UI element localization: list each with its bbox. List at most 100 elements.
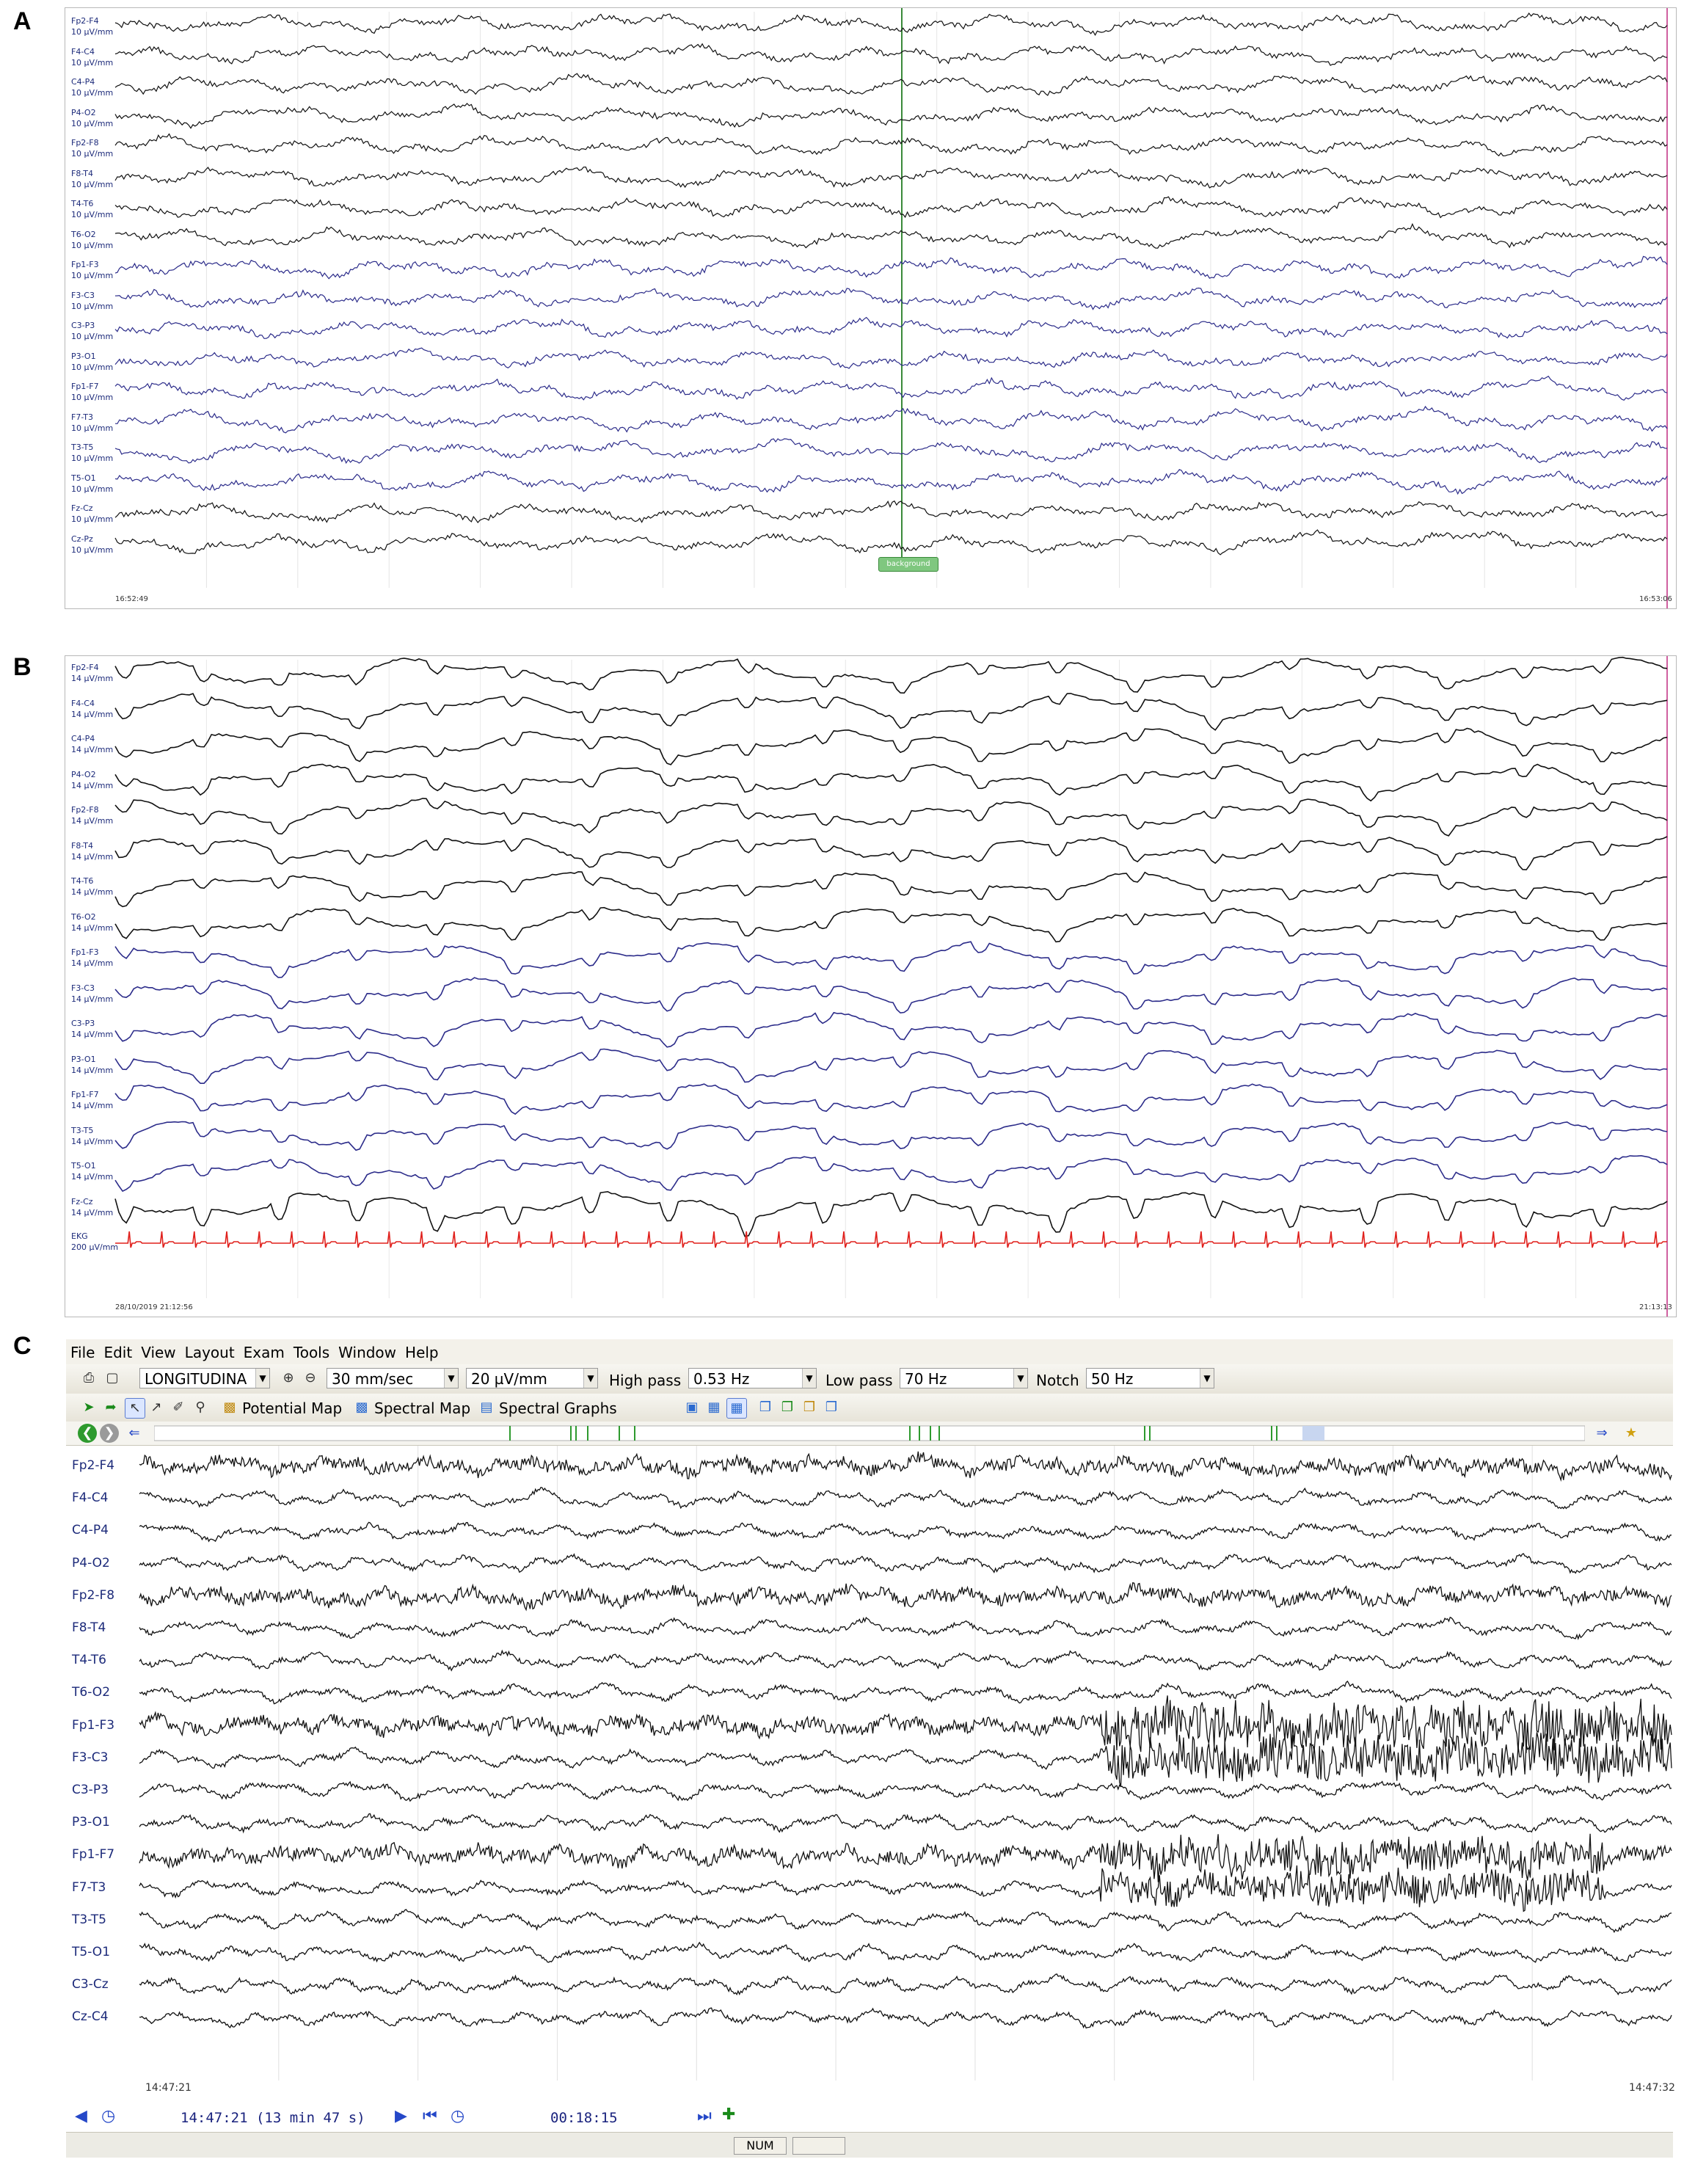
play-icon[interactable]: ➤ <box>79 1398 98 1417</box>
spectral-graphs-button[interactable]: Spectral Graphs <box>499 1399 617 1417</box>
event-marker-label[interactable]: background <box>878 557 938 572</box>
channel-name: T6-O2 <box>71 911 96 922</box>
trace-cz-pz <box>114 529 1668 556</box>
trace-t6-o2 <box>114 222 1668 249</box>
step-forward-icon[interactable]: ▶ <box>395 2107 407 2125</box>
spectral-map-icon[interactable]: ▩ <box>352 1398 371 1417</box>
channel-label-fp1-f7: Fp1-F7 <box>72 1847 115 1863</box>
channel-sensitivity: 10 µV/mm <box>71 240 114 250</box>
menu-item-view[interactable]: View <box>136 1339 180 1361</box>
notch-label: Notch <box>1036 1372 1079 1389</box>
channel-sensitivity: 10 µV/mm <box>71 118 114 128</box>
printer-icon[interactable]: ⎙ <box>79 1369 98 1388</box>
channel-label-f7-t3: F7-T3 <box>72 1879 106 1895</box>
channel-sensitivity: 14 µV/mm <box>71 1207 114 1217</box>
preview-icon[interactable]: ▢ <box>103 1369 122 1388</box>
zoom-in-icon[interactable]: ⊕ <box>279 1369 298 1388</box>
fast-forward-icon[interactable]: ➦ <box>101 1398 120 1417</box>
trace-f4-c4 <box>114 693 1668 731</box>
channel-label-c3-p3: C3-P3 10 µV/mm <box>71 320 113 342</box>
grid-icon[interactable]: ▦ <box>726 1398 747 1419</box>
trace-p3-o1 <box>139 1813 1672 1834</box>
timeline-cursor[interactable] <box>1302 1426 1324 1441</box>
eeg-panel-b: Fp2-F4 14 µV/mm F4-C4 14 µV/mm C4-P4 14 µV/mm… <box>65 655 1677 1317</box>
time-start-c: 14:47:21 <box>145 2082 192 2094</box>
menu-item-help[interactable]: Help <box>401 1339 443 1361</box>
last-page-icon[interactable]: ⏭ <box>697 2107 712 2125</box>
channel-label-p3-o1: P3-O1 14 µV/mm <box>71 1054 113 1076</box>
channel-name: F4-C4 <box>71 698 95 708</box>
channel-name: Fz-Cz <box>71 1196 93 1206</box>
time-dial-icon[interactable]: ◷ <box>451 2107 464 2125</box>
channel-label-p4-o2: P4-O2 14 µV/mm <box>71 769 113 791</box>
select-icon[interactable]: ↗ <box>147 1398 166 1417</box>
window-icon-4[interactable]: ❐ <box>822 1398 841 1417</box>
trace-t3-t5 <box>139 1909 1672 1933</box>
menu-item-file[interactable]: File <box>66 1339 99 1361</box>
menu-item-exam[interactable]: Exam <box>239 1339 289 1361</box>
speed-select[interactable]: 30 mm/sec ▼ <box>327 1368 459 1388</box>
menu-item-tools[interactable]: Tools <box>289 1339 334 1361</box>
elapsed-time: 00:18:15 <box>550 2110 618 2126</box>
trace-t4-t6 <box>114 196 1668 219</box>
first-page-icon[interactable]: ⏮ <box>423 2107 437 2125</box>
channel-label-c4-p4: C4-P4 10 µV/mm <box>71 76 113 98</box>
channel-label-fz-cz: Fz-Cz 10 µV/mm <box>71 503 113 525</box>
menu-item-edit[interactable]: Edit <box>99 1339 136 1361</box>
channel-sensitivity: 14 µV/mm <box>71 709 114 719</box>
potential-map-icon[interactable]: ▩ <box>220 1398 239 1417</box>
trace-cz-c4 <box>139 2007 1672 2029</box>
channel-sensitivity: 14 µV/mm <box>71 1172 114 1182</box>
channel-label-f4-c4: F4-C4 14 µV/mm <box>71 698 113 720</box>
time-end-a: 16:53:06 <box>1639 595 1672 603</box>
high-pass-select[interactable]: 0.53 Hz ▼ <box>688 1368 817 1388</box>
channel-label-fp2-f4: Fp2-F4 10 µV/mm <box>71 15 113 37</box>
notch-select[interactable]: 50 Hz ▼ <box>1086 1368 1214 1388</box>
channel-label-fp1-f7: Fp1-F7 10 µV/mm <box>71 381 113 403</box>
channel-label-fp2-f8: Fp2-F8 <box>72 1587 115 1603</box>
channel-name: P3-O1 <box>71 351 96 361</box>
potential-map-button[interactable]: Potential Map <box>242 1399 342 1417</box>
channel-name: T3-T5 <box>71 1125 94 1135</box>
events-icon[interactable]: ★ <box>1622 1424 1641 1443</box>
channel-label-t5-o1: T5-O1 14 µV/mm <box>71 1160 113 1182</box>
layout-icon[interactable]: ▦ <box>704 1398 723 1417</box>
zoom-out-icon[interactable]: ⊖ <box>301 1369 320 1388</box>
sensitivity-select[interactable]: 20 µV/mm ▼ <box>466 1368 598 1388</box>
menu-item-window[interactable]: Window <box>334 1339 401 1361</box>
spectral-graphs-icon[interactable]: ▤ <box>477 1398 496 1417</box>
eeg-traces-c <box>139 1446 1672 2081</box>
spectral-map-button[interactable]: Spectral Map <box>374 1399 470 1417</box>
export-icon[interactable]: ▣ <box>682 1398 701 1417</box>
trace-fp2-f4 <box>114 656 1668 694</box>
window-icon-3[interactable]: ❐ <box>800 1398 819 1417</box>
channel-name: Fp1-F7 <box>71 1090 99 1099</box>
channel-sensitivity: 14 µV/mm <box>71 816 114 826</box>
forward-icon[interactable]: ❯ <box>100 1424 119 1443</box>
trace-fz-cz <box>114 500 1668 523</box>
timeline-track[interactable] <box>154 1425 1585 1441</box>
channel-label-p3-o1: P3-O1 <box>72 1815 110 1830</box>
marker-icon[interactable]: ✐ <box>169 1398 188 1417</box>
trace-ekg <box>115 1231 1667 1248</box>
timeline-navigator[interactable]: ❮ ❯ ⇐ ⇒ ★ <box>66 1422 1673 1446</box>
menu-item-layout[interactable]: Layout <box>181 1339 239 1361</box>
clock-icon[interactable]: ◷ <box>101 2107 115 2125</box>
channel-sensitivity: 10 µV/mm <box>71 545 114 555</box>
trace-c3-p3 <box>114 316 1668 339</box>
window-icon-2[interactable]: ❐ <box>778 1398 797 1417</box>
arrow-left-icon[interactable]: ⇐ <box>125 1424 144 1443</box>
back-icon[interactable]: ❮ <box>78 1424 97 1443</box>
channel-label-p4-o2: P4-O2 10 µV/mm <box>71 107 113 129</box>
window-icon-1[interactable]: ❐ <box>756 1398 775 1417</box>
search-icon[interactable]: ⚲ <box>191 1398 210 1417</box>
time-end-c: 14:47:32 <box>1629 2082 1675 2094</box>
low-pass-select[interactable]: 70 Hz ▼ <box>900 1368 1028 1388</box>
step-back-icon[interactable]: ◀ <box>75 2107 87 2125</box>
pointer-icon[interactable]: ↖ <box>125 1398 145 1419</box>
trace-t3-t5 <box>114 438 1668 465</box>
channel-name: T6-O2 <box>71 229 96 239</box>
arrow-right-icon[interactable]: ⇒ <box>1592 1424 1611 1443</box>
add-event-icon[interactable]: ✚ <box>722 2105 735 2124</box>
montage-select[interactable]: LONGITUDINA ▼ <box>139 1368 270 1388</box>
